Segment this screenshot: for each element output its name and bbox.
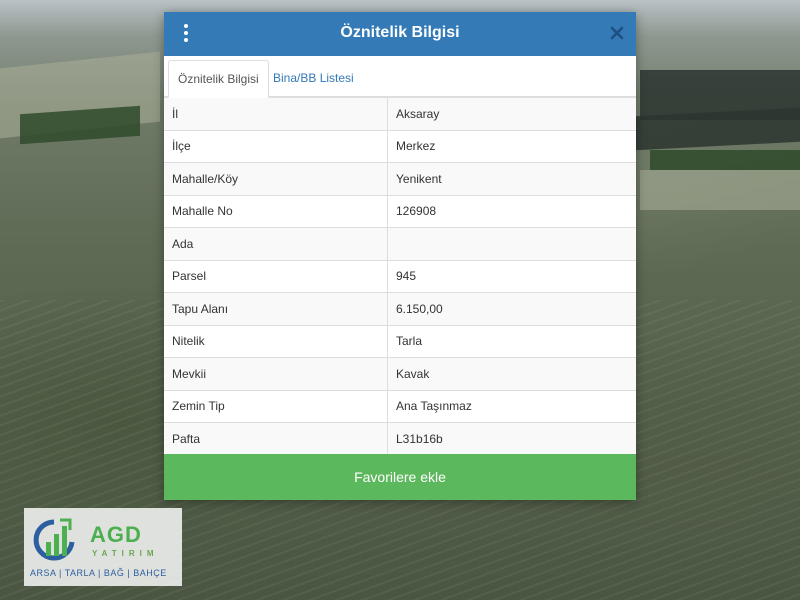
table-row: Mahalle No 126908 [164, 194, 636, 228]
attribute-value: Merkez [387, 129, 636, 163]
dialog-header: Öznitelik Bilgisi [164, 12, 636, 56]
attribute-key: Ada [164, 227, 388, 260]
attribute-key: Pafta [164, 422, 388, 455]
table-row: Ada [164, 227, 636, 260]
company-logo: AGD YATIRIM ARSA | TARLA | BAĞ | BAHÇE [24, 508, 182, 586]
table-row: Zemin Tip Ana Taşınmaz [164, 389, 636, 423]
attribute-value [387, 227, 636, 260]
attribute-key: Mevkii [164, 357, 388, 390]
attribute-value: 945 [387, 259, 636, 293]
attribute-key: Nitelik [164, 324, 388, 358]
attribute-key: Tapu Alanı [164, 292, 388, 325]
attribute-value: Tarla [387, 324, 636, 358]
attribute-key: Zemin Tip [164, 389, 388, 423]
table-row: Pafta L31b16b [164, 422, 636, 455]
table-row: İlçe Merkez [164, 129, 636, 163]
tab-bar: Öznitelik Bilgisi Bina/BB Listesi [164, 56, 636, 98]
attribute-value: Kavak [387, 357, 636, 390]
table-row: Parsel 945 [164, 259, 636, 293]
tab-attribute-info[interactable]: Öznitelik Bilgisi [168, 60, 269, 98]
chart-logo-icon [33, 518, 75, 561]
table-row: Mevkii Kavak [164, 357, 636, 390]
table-row: Nitelik Tarla [164, 324, 636, 358]
attribute-value: Aksaray [387, 97, 636, 130]
attribute-value: Ana Taşınmaz [387, 389, 636, 423]
table-row: İl Aksaray [164, 97, 636, 130]
add-to-favorites-button[interactable]: Favorilere ekle [164, 454, 636, 500]
table-row: Tapu Alanı 6.150,00 [164, 292, 636, 325]
attribute-value: Yenikent [387, 162, 636, 195]
attribute-key: Parsel [164, 259, 388, 293]
field-patch [650, 150, 800, 170]
field-patch [636, 107, 800, 151]
dialog-title: Öznitelik Bilgisi [340, 24, 460, 41]
table-row: Mahalle/Köy Yenikent [164, 162, 636, 195]
attribute-value: 126908 [387, 194, 636, 228]
logo-brand: AGD [90, 522, 142, 547]
attribute-key: İl [164, 97, 388, 130]
tab-building-list[interactable]: Bina/BB Listesi [264, 60, 363, 96]
attribute-table: İl Aksaray İlçe Merkez Mahalle/Köy Yenikent Ma… [164, 97, 636, 455]
attribute-key: Mahalle/Köy [164, 162, 388, 195]
attribute-value: L31b16b [387, 422, 636, 455]
logo-tagline: ARSA | TARLA | BAĞ | BAHÇE [30, 568, 167, 578]
attribute-value: 6.150,00 [387, 292, 636, 325]
attribute-key: İlçe [164, 129, 388, 163]
logo-subtitle: YATIRIM [92, 549, 159, 558]
field-patch [640, 170, 800, 210]
attribute-key: Mahalle No [164, 194, 388, 228]
close-icon[interactable] [608, 24, 626, 42]
attribute-info-dialog: Öznitelik Bilgisi Öznitelik Bilgisi Bina… [164, 12, 636, 500]
